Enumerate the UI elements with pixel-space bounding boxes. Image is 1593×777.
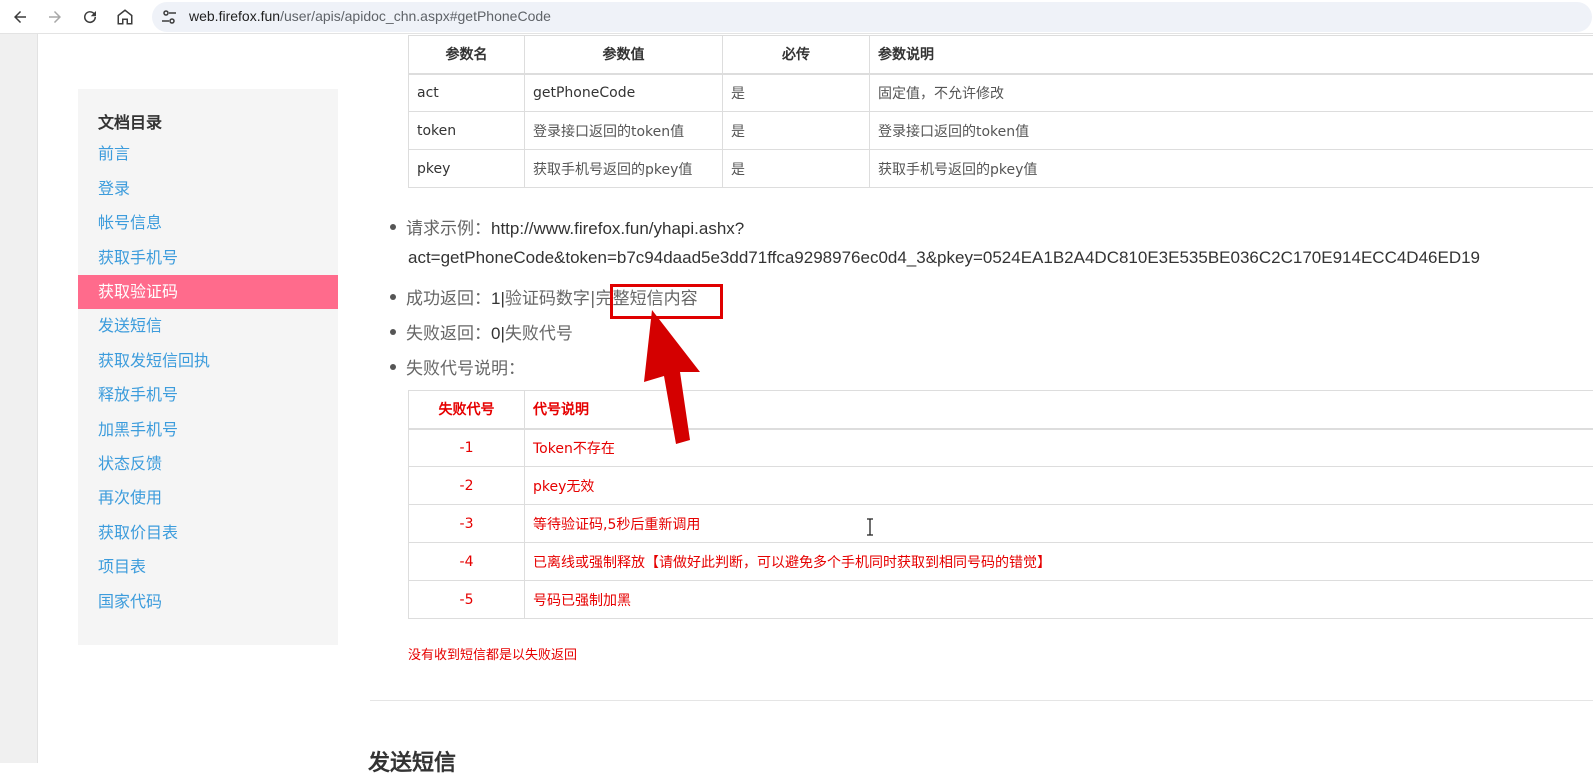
- sidebar-title: 文档目录: [98, 109, 162, 133]
- sidebar-item-preface[interactable]: 前言: [78, 137, 338, 171]
- table-cell: 获取手机号返回的pkey值: [525, 150, 723, 188]
- table-cell: -1: [409, 429, 525, 467]
- table-cell: 是: [723, 150, 870, 188]
- request-example-item: 请求示例：http://www.firefox.fun/yhapi.ashx?: [390, 214, 744, 239]
- site-settings-icon[interactable]: [161, 9, 177, 25]
- browser-toolbar: web.firefox.fun/user/apis/apidoc_chn.asp…: [0, 0, 1593, 34]
- table-header-row: 失败代号 代号说明: [409, 391, 1593, 429]
- url-host: web.firefox.fun: [189, 8, 280, 24]
- table-row: act getPhoneCode 是 固定值，不允许修改: [409, 74, 1593, 112]
- fail-return-item: 失败返回：0|失败代号: [390, 319, 573, 344]
- param-table: 参数名 参数值 必传 参数说明 act getPhoneCode 是 固定值，不…: [408, 35, 1593, 188]
- home-icon: [116, 8, 134, 26]
- table-row: -1 Token不存在: [409, 429, 1593, 467]
- table-row: -2 pkey无效: [409, 467, 1593, 505]
- table-cell: 是: [723, 74, 870, 112]
- table-cell: -2: [409, 467, 525, 505]
- table-cell: pkey无效: [525, 467, 1593, 505]
- table-cell: 登录接口返回的token值: [870, 112, 1593, 150]
- fail-return-prefix: 0|: [491, 324, 505, 343]
- forward-button[interactable]: [43, 5, 67, 29]
- table-cell: getPhoneCode: [525, 74, 723, 112]
- table-row: -3 等待验证码,5秒后重新调用: [409, 505, 1593, 543]
- fail-code-desc-item: 失败代号说明：: [390, 354, 525, 379]
- sidebar-item-login[interactable]: 登录: [78, 172, 338, 206]
- fail-code-desc-label: 失败代号说明：: [406, 359, 525, 379]
- arrow-left-icon: [11, 8, 29, 26]
- success-return-label: 成功返回：: [406, 289, 491, 309]
- sidebar-item-status-feedback[interactable]: 状态反馈: [78, 447, 338, 481]
- request-example-label: 请求示例：: [406, 219, 491, 239]
- request-example-url[interactable]: http://www.firefox.fun/yhapi.ashx?: [491, 219, 744, 238]
- table-header: 参数值: [525, 36, 723, 74]
- table-cell: -4: [409, 543, 525, 581]
- request-example-url-continued[interactable]: act=getPhoneCode&token=b7c94daad5e3dd71f…: [408, 248, 1480, 268]
- fail-note: 没有收到短信都是以失败返回: [408, 644, 577, 663]
- home-button[interactable]: [113, 5, 137, 29]
- annotation-arrow-icon: [640, 310, 710, 450]
- arrow-right-icon: [46, 8, 64, 26]
- sidebar-item-blacklist-phone[interactable]: 加黑手机号: [78, 413, 338, 447]
- reload-icon: [81, 8, 99, 26]
- table-cell: 已离线或强制释放【请做好此判断，可以避免多个手机同时获取到相同号码的错觉】: [525, 543, 1593, 581]
- table-header-row: 参数名 参数值 必传 参数说明: [409, 36, 1593, 74]
- table-header: 参数说明: [870, 36, 1593, 74]
- bullet-dot: [390, 294, 396, 300]
- section-heading-send-sms: 发送短信: [368, 745, 456, 777]
- table-cell: -3: [409, 505, 525, 543]
- back-button[interactable]: [8, 5, 32, 29]
- table-header: 失败代号: [409, 391, 525, 429]
- sidebar-item-get-phone[interactable]: 获取手机号: [78, 241, 338, 275]
- doc-sidebar: 文档目录 前言 登录 帐号信息 获取手机号 获取验证码 发送短信 获取发短信回执…: [78, 89, 338, 645]
- success-return-prefix: 1|: [491, 289, 505, 308]
- sidebar-item-get-code[interactable]: 获取验证码: [78, 275, 338, 309]
- bullet-dot: [390, 224, 396, 230]
- sidebar-item-send-sms[interactable]: 发送短信: [78, 309, 338, 343]
- page-gutter: [0, 34, 38, 763]
- success-return-code-text: 验证码数字|: [505, 289, 596, 309]
- table-cell: -5: [409, 581, 525, 619]
- table-header: 参数名: [409, 36, 525, 74]
- table-cell: pkey: [409, 150, 525, 188]
- sidebar-item-project-list[interactable]: 项目表: [78, 550, 338, 584]
- table-row: -5 号码已强制加黑: [409, 581, 1593, 619]
- table-cell: 登录接口返回的token值: [525, 112, 723, 150]
- sidebar-item-reuse[interactable]: 再次使用: [78, 481, 338, 515]
- table-header: 必传: [723, 36, 870, 74]
- bullet-dot: [390, 364, 396, 370]
- sidebar-item-release-phone[interactable]: 释放手机号: [78, 378, 338, 412]
- url-text[interactable]: web.firefox.fun/user/apis/apidoc_chn.asp…: [189, 8, 551, 24]
- url-path: /user/apis/apidoc_chn.aspx#getPhoneCode: [280, 8, 551, 24]
- table-row: token 登录接口返回的token值 是 登录接口返回的token值: [409, 112, 1593, 150]
- table-cell: 等待验证码,5秒后重新调用: [525, 505, 1593, 543]
- section-divider: [370, 700, 1593, 701]
- fail-return-label: 失败返回：: [406, 324, 491, 344]
- bullet-dot: [390, 329, 396, 335]
- table-cell: 固定值，不允许修改: [870, 74, 1593, 112]
- sidebar-item-account-info[interactable]: 帐号信息: [78, 206, 338, 240]
- table-cell: 获取手机号返回的pkey值: [870, 150, 1593, 188]
- fail-return-text: 失败代号: [505, 324, 573, 344]
- text-cursor-icon: [865, 518, 875, 536]
- table-row: pkey 获取手机号返回的pkey值 是 获取手机号返回的pkey值: [409, 150, 1593, 188]
- reload-button[interactable]: [78, 5, 102, 29]
- sidebar-item-price-list[interactable]: 获取价目表: [78, 516, 338, 550]
- error-code-table: 失败代号 代号说明 -1 Token不存在 -2 pkey无效 -3 等待验证码…: [408, 390, 1593, 619]
- sidebar-item-sms-receipt[interactable]: 获取发短信回执: [78, 344, 338, 378]
- table-cell: act: [409, 74, 525, 112]
- table-cell: 号码已强制加黑: [525, 581, 1593, 619]
- table-row: -4 已离线或强制释放【请做好此判断，可以避免多个手机同时获取到相同号码的错觉】: [409, 543, 1593, 581]
- table-cell: 是: [723, 112, 870, 150]
- table-cell: token: [409, 112, 525, 150]
- sidebar-item-country-codes[interactable]: 国家代码: [78, 585, 338, 619]
